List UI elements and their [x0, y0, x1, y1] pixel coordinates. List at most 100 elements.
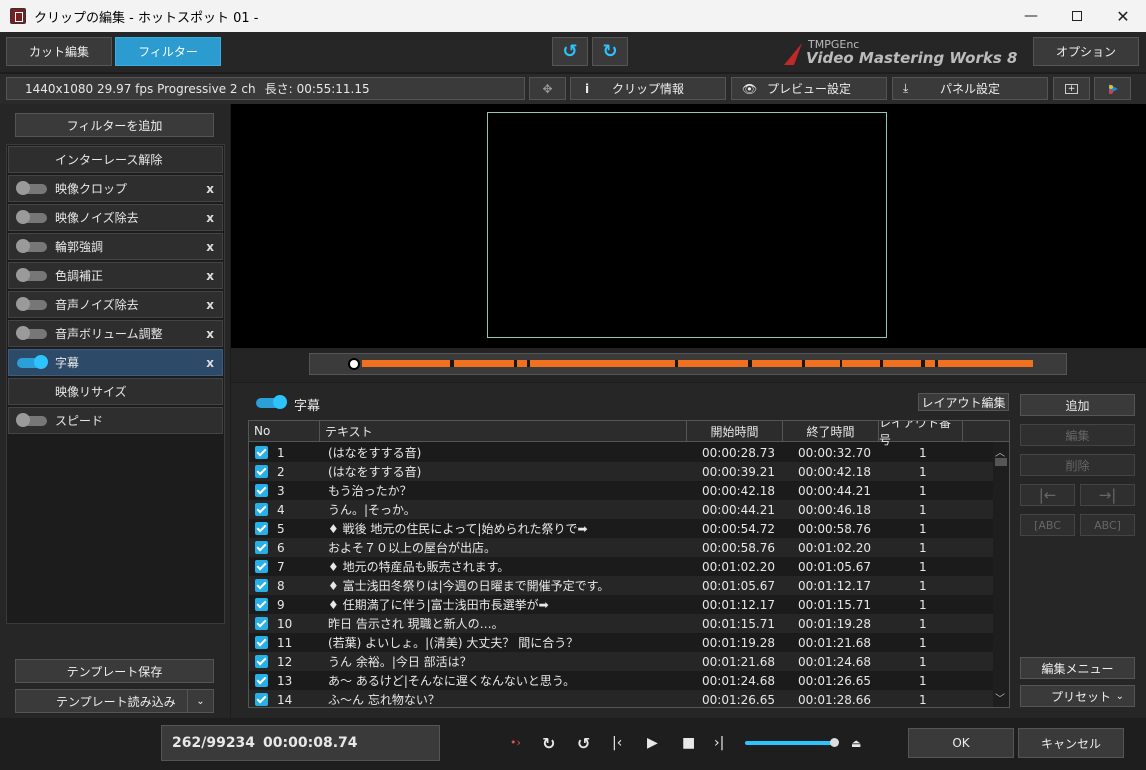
scroll-up-icon[interactable]: ︿ [995, 444, 1005, 459]
filter-item[interactable]: インターレース解除 [8, 146, 223, 173]
rewind-loop-icon[interactable]: ↻ [542, 734, 555, 753]
remove-filter-icon[interactable]: x [206, 356, 214, 370]
record-marker-icon[interactable]: •› [510, 736, 521, 749]
row-checkbox[interactable] [255, 541, 268, 554]
filter-toggle[interactable] [16, 297, 47, 311]
remove-filter-icon[interactable]: x [206, 327, 214, 341]
row-checkbox[interactable] [255, 503, 268, 516]
remove-filter-icon[interactable]: x [206, 240, 214, 254]
loop-icon[interactable]: ↺ [577, 734, 590, 753]
ok-button[interactable]: OK [908, 728, 1014, 758]
delete-button[interactable]: 削除 [1020, 454, 1135, 476]
volume-handle[interactable] [830, 738, 839, 747]
volume-slider[interactable] [745, 738, 839, 747]
abc-right-button[interactable]: ABC] [1080, 514, 1135, 536]
table-row[interactable]: 9 ♦ 任期満了に伴う|富士浅田市長選挙が➡ 00:01:12.17 00:01:15… [249, 595, 993, 614]
add-filter-button[interactable]: フィルターを追加 [15, 113, 214, 137]
preview-settings-button[interactable]: 👁 プレビュー設定 [731, 77, 887, 100]
remove-filter-icon[interactable]: x [206, 182, 214, 196]
filter-item[interactable]: 輪郭強調 x [8, 233, 223, 260]
load-template-button[interactable]: テンプレート読み込み ⌄ [15, 689, 214, 713]
filter-toggle[interactable] [16, 326, 47, 340]
filter-item[interactable]: 音声ノイズ除去 x [8, 291, 223, 318]
layout-edit-button[interactable]: レイアウト編集 [918, 393, 1009, 411]
col-layout[interactable]: レイアウト番号 [879, 421, 963, 447]
filter-item[interactable]: 映像リサイズ [8, 378, 223, 405]
redo-icon[interactable]: ↻ [592, 37, 628, 66]
undo-icon[interactable]: ↺ [552, 37, 588, 66]
save-template-button[interactable]: テンプレート保存 [15, 659, 214, 683]
close-icon[interactable]: ✕ [1100, 0, 1146, 32]
col-no[interactable]: No [249, 421, 320, 442]
row-checkbox[interactable] [255, 446, 268, 459]
subtitle-toggle[interactable] [256, 395, 287, 409]
color-play-icon[interactable] [1094, 77, 1131, 100]
add-button[interactable]: 追加 [1020, 394, 1135, 416]
table-row[interactable]: 1 (はなをすする音) 00:00:28.73 00:00:32.70 1 [249, 443, 993, 462]
table-row[interactable]: 7 ♦ 地元の特産品も販売されます。 00:01:02.20 00:01:05.67 1 [249, 557, 993, 576]
edit-menu-button[interactable]: 編集メニュー [1020, 657, 1135, 679]
chevron-down-icon[interactable]: ⌄ [187, 690, 213, 712]
row-checkbox[interactable] [255, 465, 268, 478]
scroll-thumb[interactable] [995, 458, 1007, 466]
filter-toggle[interactable] [16, 413, 47, 427]
table-row[interactable]: 2 (はなをすする音) 00:00:39.21 00:00:42.18 1 [249, 462, 993, 481]
col-end[interactable]: 終了時間 [783, 421, 879, 442]
table-row[interactable]: 4 うん。|そっか。 00:00:44.21 00:00:46.18 1 [249, 500, 993, 519]
filter-toggle[interactable] [16, 210, 47, 224]
filter-item[interactable]: 映像クロップ x [8, 175, 223, 202]
filter-item[interactable]: 映像ノイズ除去 x [8, 204, 223, 231]
filter-toggle[interactable] [16, 239, 47, 253]
timeline-handle[interactable] [348, 358, 360, 370]
filter-toggle[interactable] [16, 268, 47, 282]
row-checkbox[interactable] [255, 522, 268, 535]
filter-item[interactable]: 音声ボリューム調整 x [8, 320, 223, 347]
table-row[interactable]: 8 ♦ 富士浅田冬祭りは|今週の日曜まで開催予定です。 00:01:05.67 00:… [249, 576, 993, 595]
col-text[interactable]: テキスト [320, 421, 687, 442]
shift-left-icon[interactable]: |← [1020, 484, 1075, 506]
abc-left-button[interactable]: [ABC [1020, 514, 1075, 536]
tab-cut-edit[interactable]: カット編集 [6, 37, 112, 66]
skip-back-icon[interactable]: |‹ [612, 735, 622, 751]
options-button[interactable]: オプション [1033, 37, 1139, 66]
row-checkbox[interactable] [255, 484, 268, 497]
row-checkbox[interactable] [255, 636, 268, 649]
table-row[interactable]: 13 あ～ あるけど|そんなに遅くなんないと思う。 00:01:24.68 00:01… [249, 671, 993, 690]
play-icon[interactable]: ▶ [647, 735, 658, 751]
filter-toggle[interactable] [16, 181, 47, 195]
tab-filter[interactable]: フィルター [115, 37, 221, 66]
shift-right-icon[interactable]: →| [1080, 484, 1135, 506]
table-row[interactable]: 3 もう治ったか？ 00:00:42.18 00:00:44.21 1 [249, 481, 993, 500]
scroll-down-icon[interactable]: ﹀ [995, 690, 1005, 705]
row-checkbox[interactable] [255, 617, 268, 630]
col-start[interactable]: 開始時間 [687, 421, 783, 442]
stop-icon[interactable]: ■ [682, 735, 695, 751]
filter-item[interactable]: 字幕 x [8, 349, 223, 376]
filter-item[interactable]: 色調補正 x [8, 262, 223, 289]
table-row[interactable]: 10 昨日 告示され 現職と新人の…。 00:01:15.71 00:01:19.28… [249, 614, 993, 633]
table-row[interactable]: 14 ふ～ん 忘れ物ない？ 00:01:26.65 00:01:28.66 1 [249, 690, 993, 707]
filter-toggle[interactable] [17, 355, 48, 369]
cancel-button[interactable]: キャンセル [1018, 728, 1124, 758]
table-row[interactable]: 5 ♦ 戦後 地元の住民によって|始められた祭りで➡ 00:00:54.72 00:0… [249, 519, 993, 538]
clip-info-button[interactable]: i クリップ情報 [570, 77, 726, 100]
maximize-icon[interactable] [1054, 0, 1100, 32]
remove-filter-icon[interactable]: x [206, 298, 214, 312]
row-checkbox[interactable] [255, 693, 268, 706]
panel-settings-button[interactable]: ⤓ パネル設定 [892, 77, 1048, 100]
move-icon[interactable]: ✥ [529, 77, 566, 100]
remove-filter-icon[interactable]: x [206, 269, 214, 283]
row-checkbox[interactable] [255, 560, 268, 573]
filter-item[interactable]: スピード [8, 407, 223, 434]
row-checkbox[interactable] [255, 598, 268, 611]
scrollbar[interactable]: ︿ ﹀ [993, 442, 1009, 707]
timeline[interactable] [309, 353, 1067, 375]
row-checkbox[interactable] [255, 579, 268, 592]
table-row[interactable]: 11 (若葉) よいしょ。|(清美) 大丈夫？ 間に合う？ 00:01:19.28 0… [249, 633, 993, 652]
add-window-icon[interactable]: + [1053, 77, 1090, 100]
eject-icon[interactable]: ⏏ [851, 737, 861, 750]
edit-button[interactable]: 編集 [1020, 424, 1135, 446]
remove-filter-icon[interactable]: x [206, 211, 214, 225]
row-checkbox[interactable] [255, 655, 268, 668]
preset-button[interactable]: プリセット ⌄ [1020, 685, 1135, 707]
